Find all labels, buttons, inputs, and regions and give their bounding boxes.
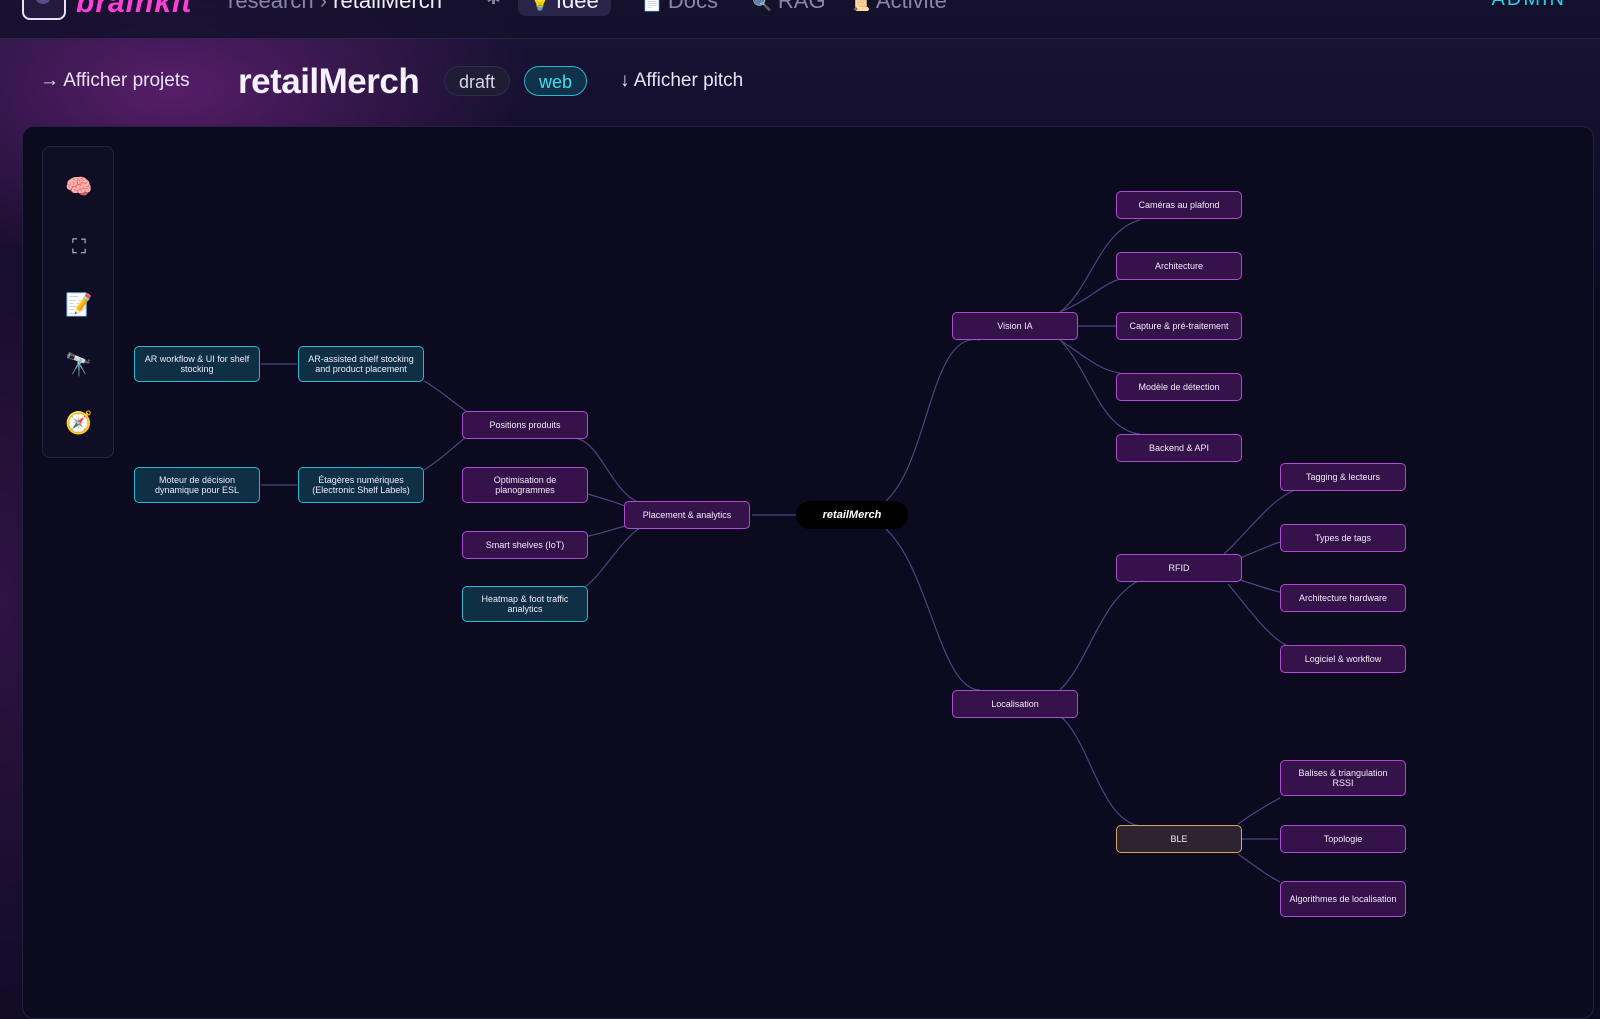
node-logiciel-workflow[interactable]: Logiciel & workflow	[1280, 645, 1406, 673]
node-smart-shelves[interactable]: Smart shelves (IoT)	[462, 531, 588, 559]
node-architecture-hardware[interactable]: Architecture hardware	[1280, 584, 1406, 612]
node-topologie[interactable]: Topologie	[1280, 825, 1406, 853]
node-placement-analytics[interactable]: Placement & analytics	[624, 501, 750, 529]
link-positions-etageres	[423, 436, 467, 471]
node-vision-ia[interactable]: Vision IA	[952, 312, 1078, 340]
link-localisation-rfid	[1059, 579, 1141, 691]
mindmap-root-node[interactable]: retailMerch	[796, 501, 908, 529]
node-ar-assisted-stocking[interactable]: AR-assisted shelf stocking and product p…	[298, 346, 424, 382]
node-ble[interactable]: BLE	[1116, 825, 1242, 853]
link-placement-optimisation	[587, 493, 626, 507]
node-optimisation-planogrammes[interactable]: Optimisation de planogrammes	[462, 467, 588, 503]
node-modele-detection[interactable]: Modèle de détection	[1116, 373, 1242, 401]
node-localisation[interactable]: Localisation	[952, 690, 1078, 718]
node-moteur-decision-esl[interactable]: Moteur de décision dynamique pour ESL	[134, 467, 260, 503]
link-vision-modele	[1059, 339, 1121, 374]
node-balises-rssi[interactable]: Balises & triangulation RSSI	[1280, 760, 1406, 796]
node-ar-workflow-ui[interactable]: AR workflow & UI for shelf stocking	[134, 346, 260, 382]
node-heatmap-foot-traffic[interactable]: Heatmap & foot traffic analytics	[462, 586, 588, 622]
node-cameras-plafond[interactable]: Caméras au plafond	[1116, 191, 1242, 219]
link-positions-ar	[423, 380, 467, 412]
link-placement-smart	[587, 525, 626, 537]
node-tagging-lecteurs[interactable]: Tagging & lecteurs	[1280, 463, 1406, 491]
node-algorithmes-localisation[interactable]: Algorithmes de localisation	[1280, 881, 1406, 917]
link-localisation-ble	[1059, 715, 1141, 827]
link-ble-balises	[1237, 797, 1281, 825]
node-architecture[interactable]: Architecture	[1116, 252, 1242, 280]
node-capture-pretraitement[interactable]: Capture & pré-traitement	[1116, 312, 1242, 340]
node-backend-api[interactable]: Backend & API	[1116, 434, 1242, 462]
link-rfid-types	[1239, 541, 1281, 559]
link-ble-algorithmes	[1237, 853, 1281, 883]
node-types-tags[interactable]: Types de tags	[1280, 524, 1406, 552]
link-root-localisation	[885, 528, 981, 691]
link-placement-heatmap	[579, 527, 641, 591]
link-vision-architecture	[1059, 278, 1121, 313]
node-rfid[interactable]: RFID	[1116, 554, 1242, 582]
link-root-vision	[885, 339, 981, 502]
node-etageres-numeriques[interactable]: Étagères numériques (Electronic Shelf La…	[298, 467, 424, 503]
link-rfid-archhw	[1239, 579, 1281, 593]
node-positions-produits[interactable]: Positions produits	[462, 411, 588, 439]
